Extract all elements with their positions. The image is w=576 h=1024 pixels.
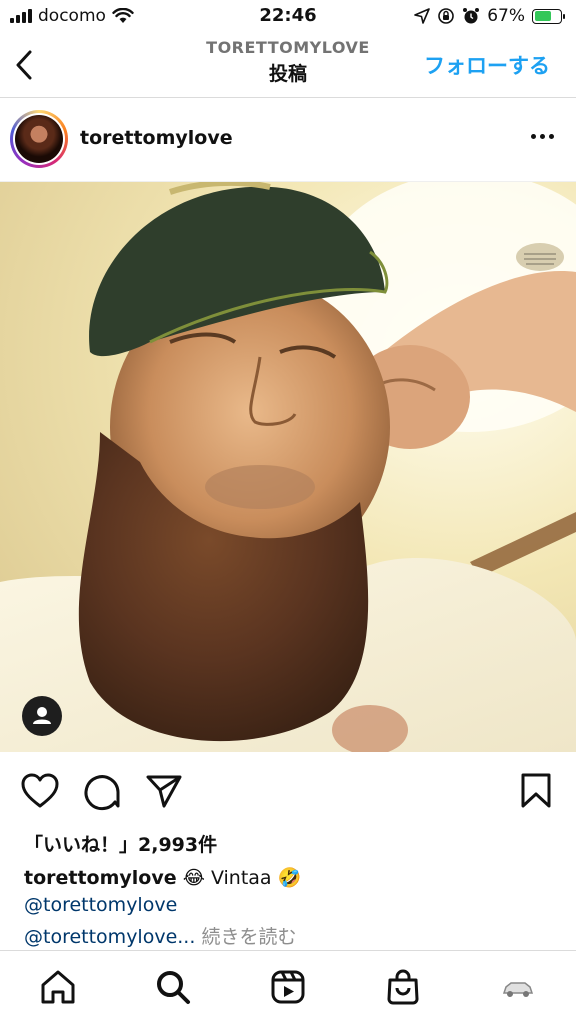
shop-icon[interactable] [383,967,423,1007]
photo-illustration [0,182,576,752]
more-options-icon[interactable] [531,134,554,139]
bottom-tab-bar [0,950,576,1024]
car-icon [502,982,534,997]
profile-icon[interactable] [498,967,538,1007]
follow-button[interactable]: フォローする [424,50,550,80]
post-nav-header: TORETTOMYLOVE 投稿 フォローする [0,34,576,98]
battery-icon [532,8,565,24]
alarm-icon [463,8,480,24]
heart-icon[interactable] [20,770,60,814]
likes-count[interactable]: 「いいね！」2,993件 [24,830,217,857]
battery-percent: 67% [487,6,525,26]
read-more-link[interactable]: 続きを読む [201,926,296,948]
bookmark-icon[interactable] [516,770,556,814]
avatar[interactable] [10,110,68,168]
status-bar: docomo 22:46 67% [0,0,576,34]
caption: torettomylove 😂 Vintaa 🤣 [24,866,301,889]
caption-emoji-laugh: 😂 [182,867,205,889]
person-icon [33,707,51,724]
mention-link[interactable]: @torettomylove... [24,926,195,948]
mention-link[interactable]: @torettomylove [24,894,177,916]
share-icon[interactable] [144,770,184,814]
home-icon[interactable] [38,967,78,1007]
post-actions [0,770,576,818]
caption-text: Vintaa [210,867,272,889]
user-tag-button[interactable] [22,696,62,736]
caption-more-line: @torettomylove... 続きを読む [24,922,296,949]
comment-icon[interactable] [82,770,122,814]
caption-emoji-rofl: 🤣 [277,867,302,889]
status-right: 67% [414,6,565,26]
post-header: torettomylove [0,98,576,182]
lock-rotation-icon [438,8,455,24]
post-photo[interactable] [0,182,576,752]
reels-icon[interactable] [268,967,308,1007]
post-username[interactable]: torettomylove [80,127,233,149]
location-icon [414,8,431,24]
caption-username[interactable]: torettomylove [24,867,177,889]
search-icon[interactable] [153,967,193,1007]
